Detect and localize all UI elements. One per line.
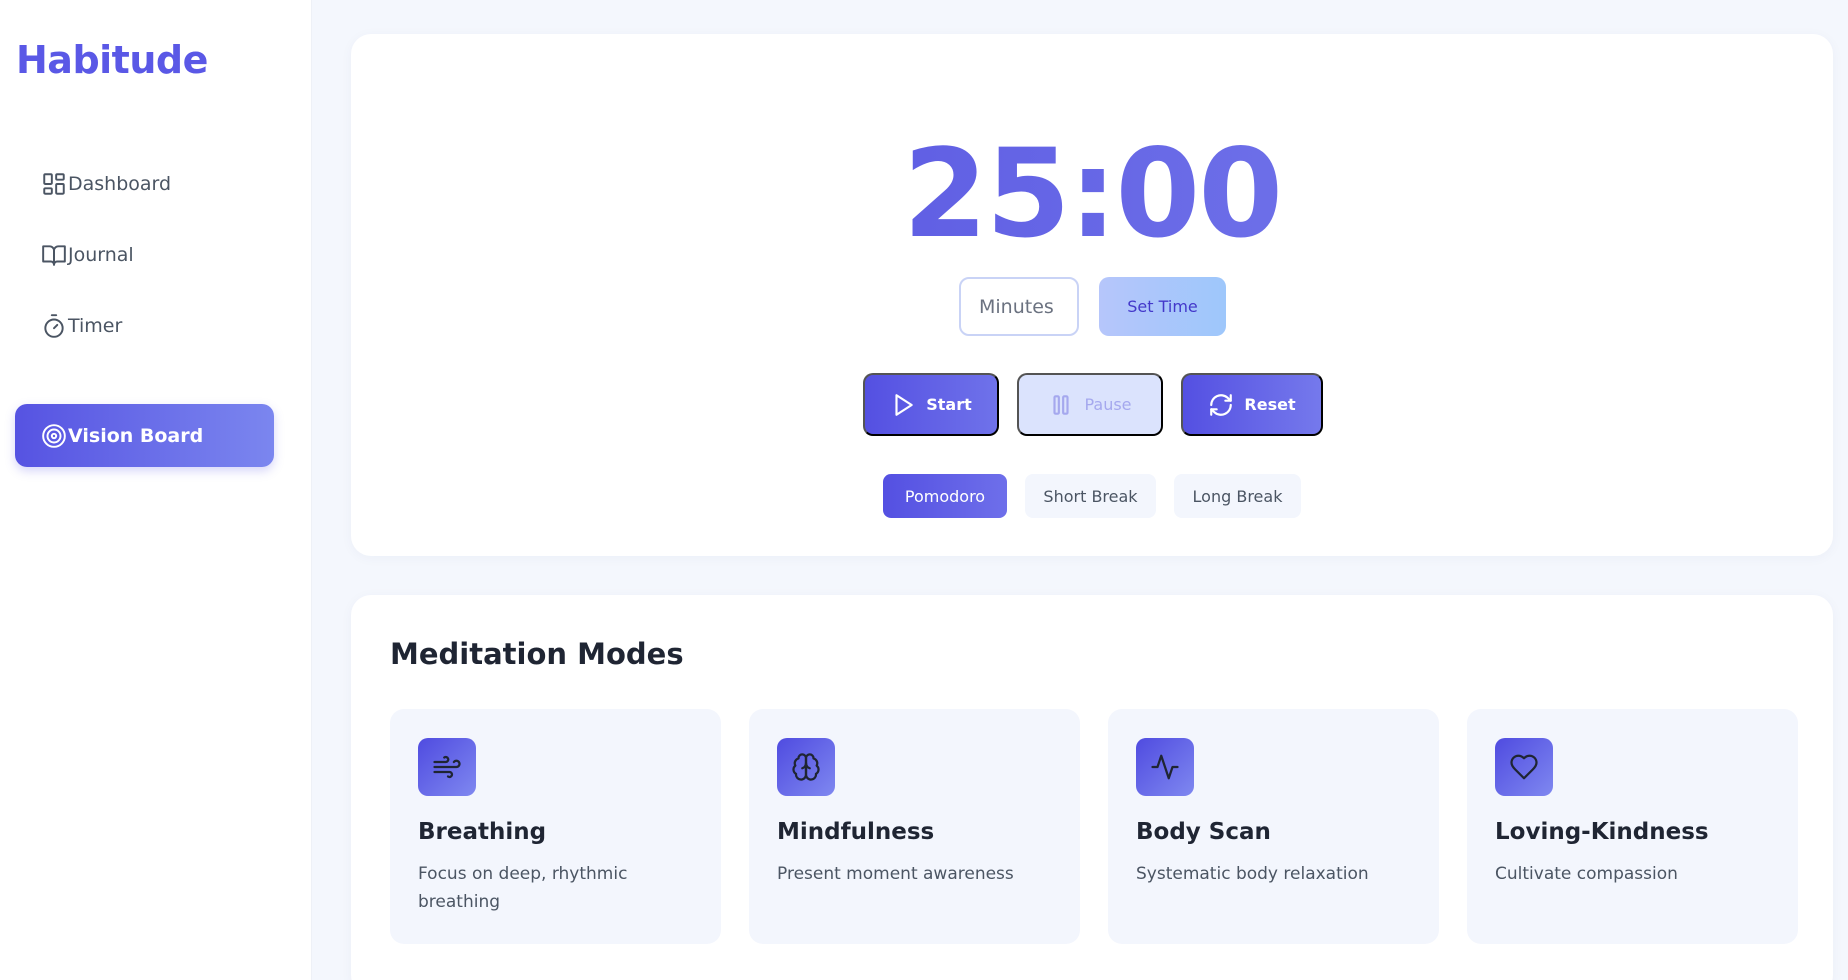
brain-icon xyxy=(777,738,835,796)
meditation-mode-breathing[interactable]: Breathing Focus on deep, rhythmic breath… xyxy=(390,709,721,944)
meditation-title: Meditation Modes xyxy=(390,637,684,671)
meditation-card: Meditation Modes Breathing Focus on deep… xyxy=(351,595,1833,980)
sidebar-item-timer[interactable]: Timer xyxy=(15,294,274,357)
mode-short-break-button[interactable]: Short Break xyxy=(1025,474,1156,518)
mode-description: Systematic body relaxation xyxy=(1136,864,1369,884)
mode-description: Present moment awareness xyxy=(777,864,1014,884)
app-root: Habitude Dashboard Journal Timer Vision … xyxy=(0,0,1848,980)
sidebar-item-dashboard[interactable]: Dashboard xyxy=(15,152,274,215)
sidebar-item-label: Dashboard xyxy=(68,172,172,195)
pause-icon xyxy=(1053,394,1070,415)
activity-icon xyxy=(1136,738,1194,796)
pause-label: Pause xyxy=(1084,395,1132,414)
dashboard-icon xyxy=(40,170,68,198)
meditation-mode-body-scan[interactable]: Body Scan Systematic body relaxation xyxy=(1108,709,1439,944)
book-icon xyxy=(40,241,68,269)
mode-description: Cultivate compassion xyxy=(1495,864,1678,884)
timer-display: 25:00 xyxy=(351,124,1833,264)
mode-title: Body Scan xyxy=(1136,819,1271,845)
reset-button[interactable]: Reset xyxy=(1181,373,1323,436)
sidebar-item-vision-board[interactable]: Vision Board xyxy=(15,404,274,467)
heart-icon xyxy=(1495,738,1553,796)
mode-long-break-button[interactable]: Long Break xyxy=(1174,474,1301,518)
start-button[interactable]: Start xyxy=(863,373,999,436)
minutes-input[interactable] xyxy=(959,277,1079,336)
meditation-mode-mindfulness[interactable]: Mindfulness Present moment awareness xyxy=(749,709,1080,944)
app-logo[interactable]: Habitude xyxy=(16,38,208,82)
pause-button[interactable]: Pause xyxy=(1017,373,1163,436)
set-time-button[interactable]: Set Time xyxy=(1099,277,1226,336)
mode-pomodoro-button[interactable]: Pomodoro xyxy=(883,474,1007,518)
refresh-icon xyxy=(1210,393,1233,416)
target-icon xyxy=(40,422,68,450)
sidebar-item-journal[interactable]: Journal xyxy=(15,223,274,286)
wind-icon xyxy=(418,738,476,796)
mode-description: Focus on deep, rhythmic breathing xyxy=(418,864,628,912)
meditation-mode-loving-kindness[interactable]: Loving-Kindness Cultivate compassion xyxy=(1467,709,1798,944)
sidebar: Habitude Dashboard Journal Timer Vision … xyxy=(0,0,312,980)
mode-title: Loving-Kindness xyxy=(1495,819,1709,845)
reset-label: Reset xyxy=(1244,395,1296,414)
timer-icon xyxy=(40,312,68,340)
timer-card: 25:00 Set Time Start Pause Reset Pomodor… xyxy=(351,34,1833,556)
sidebar-item-label: Journal xyxy=(68,243,134,266)
play-icon xyxy=(895,393,913,416)
start-label: Start xyxy=(926,395,972,414)
sidebar-item-label: Vision Board xyxy=(68,424,204,447)
sidebar-item-label: Timer xyxy=(68,314,123,337)
mode-title: Mindfulness xyxy=(777,819,935,845)
mode-title: Breathing xyxy=(418,819,547,845)
